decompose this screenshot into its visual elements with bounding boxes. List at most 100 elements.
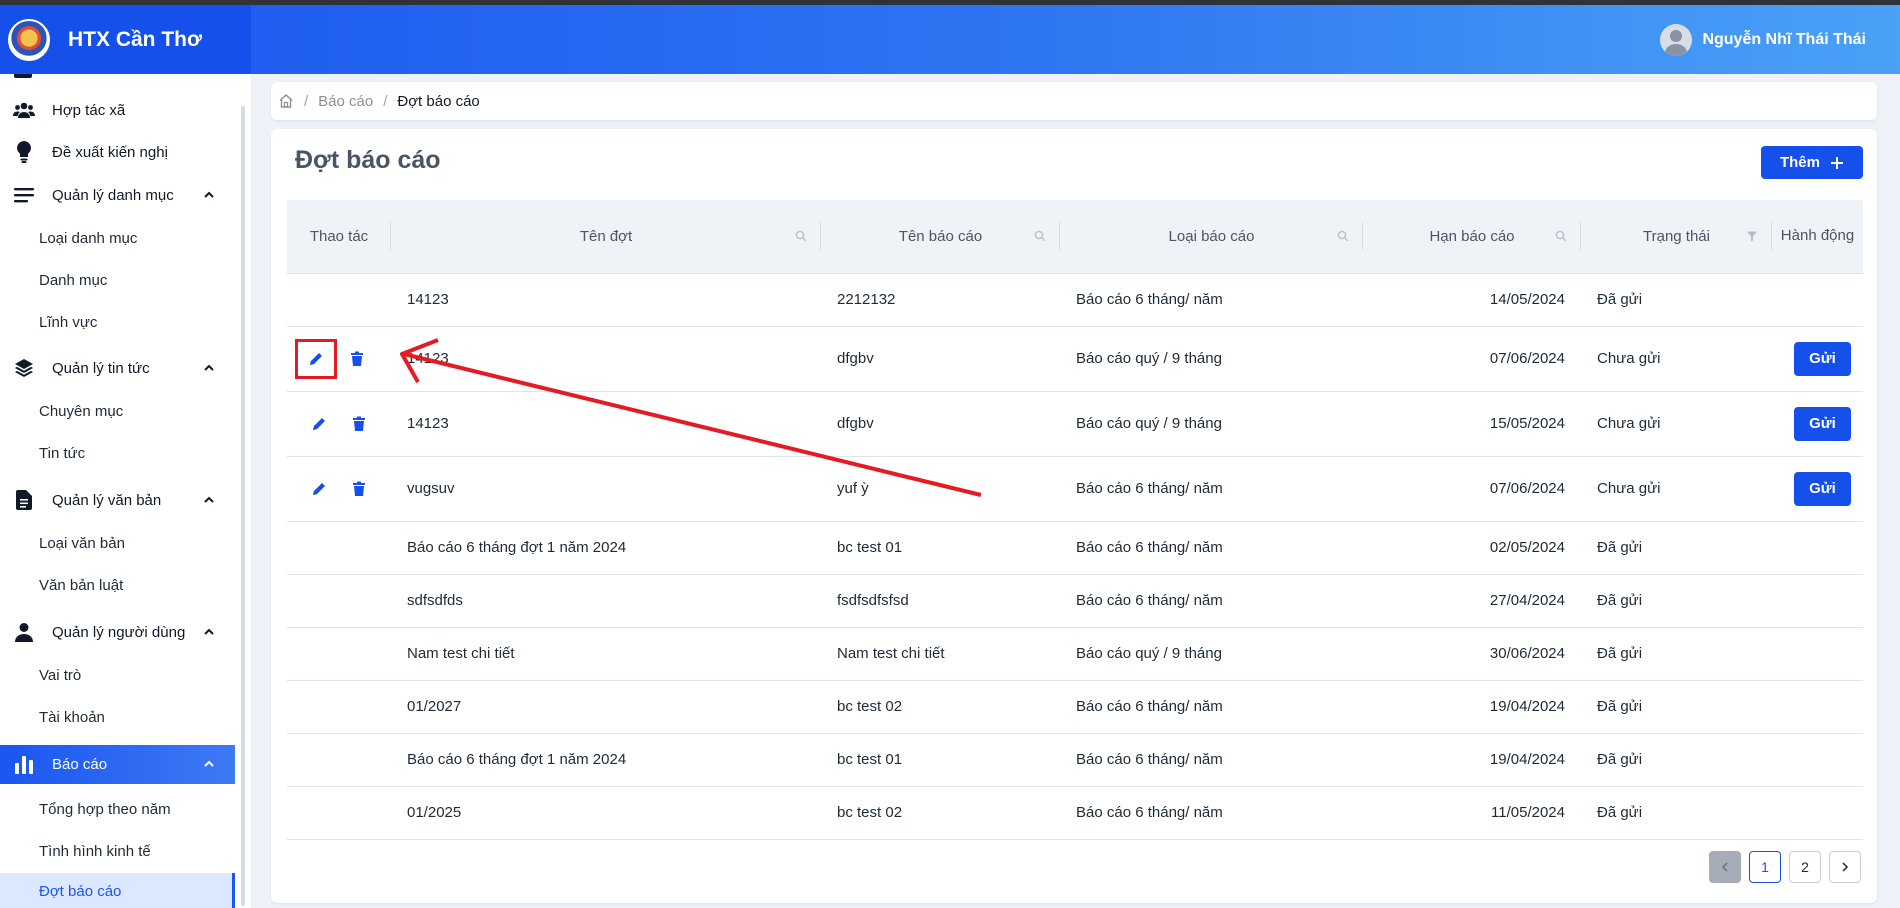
cell-hanh-dong xyxy=(1772,786,1863,840)
cell-ten-dot: 01/2025 xyxy=(391,786,821,840)
header-loai-bao-cao[interactable]: Loại báo cáo xyxy=(1060,200,1363,274)
brand[interactable]: HTX Cần Thơ xyxy=(0,5,251,74)
home-icon[interactable] xyxy=(278,93,294,109)
cell-loai-bao-cao: Báo cáo 6 tháng/ năm xyxy=(1060,456,1363,522)
sidebar-item-linh-vuc[interactable]: Lĩnh vực xyxy=(39,314,97,331)
pencil-icon[interactable] xyxy=(311,416,327,432)
send-button[interactable]: Gửi xyxy=(1794,471,1851,506)
user-menu[interactable]: Nguyễn Nhĩ Thái Thái xyxy=(1660,5,1866,74)
sidebar-item-hop-tac-xa[interactable]: Hợp tác xã xyxy=(0,91,235,129)
cell-loai-bao-cao: Báo cáo 6 tháng/ năm xyxy=(1060,733,1363,787)
cell-trang-thai: Đã gửi xyxy=(1581,680,1772,734)
send-button[interactable]: Gửi xyxy=(1794,406,1851,441)
cell-trang-thai: Chưa gửi xyxy=(1581,456,1772,522)
sidebar-group-nguoi-dung[interactable]: Quản lý người dùng xyxy=(0,613,235,651)
cell-han-bao-cao: 19/04/2024 xyxy=(1363,680,1581,734)
page-1-button[interactable]: 1 xyxy=(1749,851,1781,883)
cell-trang-thai: Đã gửi xyxy=(1581,273,1772,327)
cell-actions xyxy=(287,456,391,522)
cell-hanh-dong xyxy=(1772,680,1863,734)
cell-trang-thai: Đã gửi xyxy=(1581,574,1772,628)
sidebar-scrollbar[interactable] xyxy=(241,106,245,906)
table-row: 01/2025 bc test 02 Báo cáo 6 tháng/ năm … xyxy=(287,786,1863,840)
sidebar-item-danh-muc[interactable]: Danh mục xyxy=(39,272,107,289)
sidebar-item-chuyen-muc[interactable]: Chuyên mục xyxy=(39,403,123,420)
send-button[interactable]: Gửi xyxy=(1794,341,1851,376)
content-card: Đợt báo cáo Thêm Thao tác Tên đợt Tên bá… xyxy=(271,129,1877,903)
top-bar xyxy=(0,5,1900,74)
user-name: Nguyễn Nhĩ Thái Thái xyxy=(1702,30,1866,48)
header-ten-bao-cao[interactable]: Tên báo cáo xyxy=(821,200,1060,274)
breadcrumb-bao-cao[interactable]: Báo cáo xyxy=(318,93,373,110)
search-icon[interactable] xyxy=(1555,230,1567,242)
trash-icon[interactable] xyxy=(351,481,367,497)
sidebar-item-tin-tuc[interactable]: Tin tức xyxy=(39,445,85,462)
cell-ten-dot: sdfsdfds xyxy=(391,574,821,628)
cell-ten-dot: 14123 xyxy=(391,326,821,392)
search-icon[interactable] xyxy=(795,230,807,242)
sidebar-item-de-xuat[interactable]: Đề xuất kiến nghị xyxy=(0,133,235,171)
logo xyxy=(8,18,50,61)
prev-page-button[interactable] xyxy=(1709,851,1741,883)
search-icon[interactable] xyxy=(1337,230,1349,242)
cell-loai-bao-cao: Báo cáo quý / 9 tháng xyxy=(1060,627,1363,681)
cell-hanh-dong xyxy=(1772,627,1863,681)
page-2-button[interactable]: 2 xyxy=(1789,851,1821,883)
search-icon[interactable] xyxy=(1034,230,1046,242)
cell-actions xyxy=(287,733,391,787)
list-icon xyxy=(12,184,36,206)
cell-hanh-dong xyxy=(1772,273,1863,327)
plus-icon xyxy=(1831,156,1843,169)
table-row: 14123 dfgbv Báo cáo quý / 9 tháng 07/06/… xyxy=(287,326,1863,392)
cell-ten-dot: 14123 xyxy=(391,391,821,457)
trash-icon[interactable] xyxy=(351,416,367,432)
table-row: Báo cáo 6 tháng đợt 1 năm 2024 bc test 0… xyxy=(287,733,1863,787)
sidebar-item-loai-danh-muc[interactable]: Loại danh mục xyxy=(39,230,137,247)
sidebar-item-tinh-hinh-kinh-te[interactable]: Tình hình kinh tế xyxy=(39,843,151,860)
page-title: Đợt báo cáo xyxy=(295,146,441,174)
cell-actions xyxy=(287,786,391,840)
sidebar-item-label: Quản lý danh mục xyxy=(52,186,174,204)
sidebar-group-bao-cao[interactable]: Báo cáo xyxy=(0,745,235,784)
header-trang-thai[interactable]: Trạng thái xyxy=(1581,200,1772,274)
cell-hanh-dong: Gửi xyxy=(1772,326,1863,392)
sidebar-item-loai-van-ban[interactable]: Loại văn bản xyxy=(39,535,125,552)
sidebar-item-vai-tro[interactable]: Vai trò xyxy=(39,667,81,684)
sidebar-item-tong-hop-theo-nam[interactable]: Tổng hợp theo năm xyxy=(39,801,171,818)
cell-han-bao-cao: 30/06/2024 xyxy=(1363,627,1581,681)
cell-actions xyxy=(287,391,391,457)
trash-icon[interactable] xyxy=(349,351,365,367)
sidebar-item-tai-khoan[interactable]: Tài khoản xyxy=(39,709,105,726)
table-row: vugsuv yuf ỳ Báo cáo 6 tháng/ năm 07/06/… xyxy=(287,456,1863,522)
sidebar-item-label: Quản lý văn bản xyxy=(52,491,162,509)
cell-ten-bao-cao: dfgbv xyxy=(821,391,1060,457)
cell-ten-bao-cao: 2212132 xyxy=(821,273,1060,327)
cell-actions xyxy=(287,273,391,327)
header-han-bao-cao[interactable]: Hạn báo cáo xyxy=(1363,200,1581,274)
avatar xyxy=(1660,23,1693,56)
cell-actions xyxy=(287,326,391,392)
next-page-button[interactable] xyxy=(1829,851,1861,883)
breadcrumb: / Báo cáo / Đợt báo cáo xyxy=(271,82,1877,120)
sidebar-item-dot-bao-cao[interactable]: Đợt báo cáo xyxy=(0,873,235,908)
cell-loai-bao-cao: Báo cáo 6 tháng/ năm xyxy=(1060,574,1363,628)
add-button[interactable]: Thêm xyxy=(1761,146,1863,179)
sidebar-group-tin-tuc[interactable]: Quản lý tin tức xyxy=(0,349,235,387)
edit-button[interactable] xyxy=(295,338,337,379)
dashboard-icon xyxy=(14,74,32,78)
sidebar-group-van-ban[interactable]: Quản lý văn bản xyxy=(0,481,235,519)
chevron-up-icon xyxy=(204,628,214,635)
cell-actions xyxy=(287,574,391,628)
cell-hanh-dong xyxy=(1772,521,1863,575)
chevron-up-icon xyxy=(204,496,214,503)
cell-han-bao-cao: 07/06/2024 xyxy=(1363,326,1581,392)
cell-ten-dot: Báo cáo 6 tháng đợt 1 năm 2024 xyxy=(391,521,821,575)
sidebar-group-danh-muc[interactable]: Quản lý danh mục xyxy=(0,176,235,214)
header-ten-dot[interactable]: Tên đợt xyxy=(391,200,821,274)
cell-ten-bao-cao: bc test 01 xyxy=(821,733,1060,787)
cell-loai-bao-cao: Báo cáo 6 tháng/ năm xyxy=(1060,521,1363,575)
filter-icon[interactable] xyxy=(1746,230,1758,242)
sidebar-item-van-ban-luat[interactable]: Văn bản luật xyxy=(39,577,123,594)
cell-hanh-dong: Gửi xyxy=(1772,456,1863,522)
pencil-icon[interactable] xyxy=(311,481,327,497)
